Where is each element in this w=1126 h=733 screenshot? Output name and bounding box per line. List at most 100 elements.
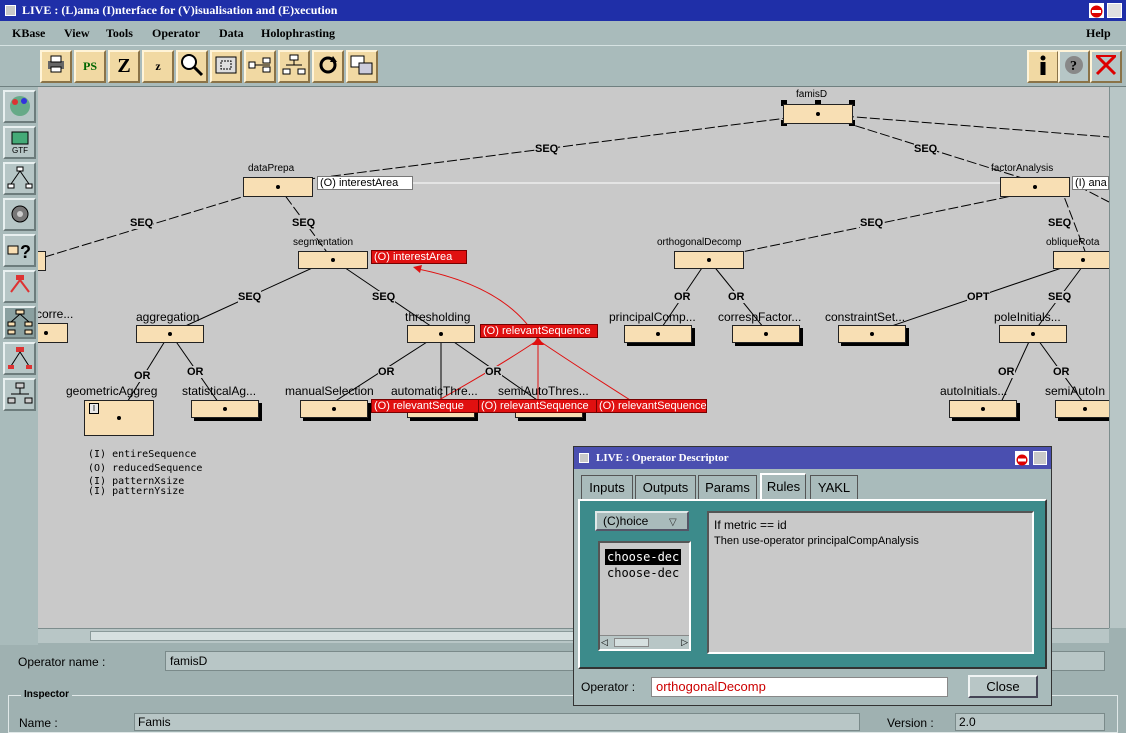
help-pointer-icon[interactable]: ? <box>1058 50 1090 83</box>
dialog-menu-icon[interactable] <box>579 453 589 463</box>
menu-holophrasting[interactable]: Holophrasting <box>261 26 335 41</box>
operator-field[interactable]: orthogonalDecomp <box>651 677 948 697</box>
node-label: statisticalAg... <box>182 384 257 398</box>
tab-outputs[interactable]: Outputs <box>635 475 696 499</box>
tab-yakl[interactable]: YAKL <box>810 475 858 499</box>
node-poleInitials[interactable] <box>999 325 1067 343</box>
zoom-in-button[interactable]: Z <box>108 50 140 83</box>
node-famisD[interactable] <box>783 104 853 124</box>
scroll-thumb[interactable] <box>90 631 650 641</box>
node-semiAutoIn[interactable] <box>1055 400 1109 418</box>
node-principalComp[interactable] <box>624 325 692 343</box>
version-field[interactable]: 2.0 <box>955 713 1105 731</box>
node-label: thresholding <box>405 310 471 324</box>
output-port-label[interactable]: (O) relevantSequence <box>480 324 598 338</box>
node-manualSelection[interactable] <box>300 400 368 418</box>
node-label: semiAutoIn <box>1045 384 1106 398</box>
info-icon[interactable] <box>1027 50 1059 83</box>
fit-view-icon[interactable] <box>210 50 242 83</box>
postscript-export-button[interactable]: PS <box>74 50 106 83</box>
node-corre[interactable] <box>38 323 68 343</box>
window-menu-icon[interactable] <box>5 5 16 16</box>
tab-inputs[interactable]: Inputs <box>581 475 633 499</box>
vertical-scrollbar[interactable] <box>1109 87 1126 628</box>
output-port-label[interactable]: (O) interestArea <box>371 250 467 264</box>
node-obliqueRota[interactable] <box>1053 251 1109 269</box>
menu-kbase[interactable]: KBase <box>12 26 45 41</box>
menu-bar: KBase View Tools Operator Data Holophras… <box>0 21 1126 45</box>
node-factorAnalysis[interactable] <box>1000 177 1070 197</box>
menu-data[interactable]: Data <box>219 26 244 41</box>
execute-gear-icon[interactable] <box>3 198 36 231</box>
node-orthogonalDecomp[interactable] <box>674 251 744 269</box>
node-statisticalAg[interactable] <box>191 400 259 418</box>
legend-item: (O) reducedSequence <box>88 463 203 474</box>
node-thresholding[interactable] <box>407 325 475 343</box>
scroll-thumb[interactable] <box>614 638 649 647</box>
choice-value: (C)hoice <box>603 514 649 528</box>
dialog-close-icon[interactable] <box>1015 451 1029 466</box>
tree-layout-icon[interactable] <box>3 162 36 195</box>
query-node-icon[interactable]: ? <box>3 234 36 267</box>
output-port-label[interactable]: (O) interestArea <box>317 176 413 190</box>
rules-list-scrollbar[interactable]: ◁ ▷ <box>600 635 689 649</box>
node-label: autoInitials... <box>940 384 1008 398</box>
node-dataPrepa[interactable] <box>243 177 313 197</box>
name-field[interactable]: Famis <box>134 713 860 731</box>
tab-rules[interactable]: Rules <box>760 473 806 499</box>
output-port-label[interactable]: (O) relevantSequence <box>596 399 707 413</box>
output-port-label[interactable]: (O) relevantSequence <box>478 399 604 413</box>
operator-label: Operator : <box>581 680 636 694</box>
chevron-down-icon: ▽ <box>669 517 677 528</box>
edge-label-seq: SEQ <box>130 217 154 229</box>
edge-label-or: OR <box>187 366 204 378</box>
collapse-tree-icon[interactable] <box>3 378 36 411</box>
red-tree-icon[interactable] <box>3 270 36 303</box>
tab-params[interactable]: Params <box>698 475 757 499</box>
vertical-tree-icon[interactable] <box>278 50 310 83</box>
red-subtree-icon[interactable] <box>3 342 36 375</box>
gtf-icon[interactable]: GTF <box>3 126 36 159</box>
menu-view[interactable]: View <box>64 26 90 41</box>
list-item[interactable]: choose-dec <box>605 549 682 565</box>
svg-text:?: ? <box>1070 59 1077 74</box>
maximize-window-icon[interactable] <box>1107 3 1122 18</box>
print-icon[interactable] <box>40 50 72 83</box>
window-titlebar: LIVE : (L)ama (I)nterface for (V)isualis… <box>0 0 1126 21</box>
list-item[interactable]: choose-dec <box>605 565 681 581</box>
node-aggregation[interactable] <box>136 325 204 343</box>
rule-text-area[interactable]: If metric == id Then use-operator princi… <box>707 511 1034 654</box>
palette-colors-icon[interactable] <box>3 90 36 123</box>
magnifier-icon[interactable] <box>176 50 208 83</box>
scroll-right-icon[interactable]: ▷ <box>681 637 688 648</box>
node-autoInitials[interactable] <box>949 400 1017 418</box>
copy-windows-icon[interactable] <box>346 50 378 83</box>
full-tree-icon[interactable] <box>3 306 36 339</box>
refresh-icon[interactable] <box>312 50 344 83</box>
window-title: LIVE : (L)ama (I)nterface for (V)isualis… <box>22 3 338 17</box>
edge-label-or: OR <box>485 366 502 378</box>
edge-label-seq: SEQ <box>860 217 884 229</box>
close-button[interactable]: Close <box>968 675 1038 698</box>
exit-icon[interactable] <box>1090 50 1122 83</box>
edge-label-or: OR <box>134 370 151 382</box>
scroll-left-icon[interactable]: ◁ <box>601 637 608 648</box>
node-segmentation[interactable] <box>298 251 368 269</box>
menu-help[interactable]: Help <box>1086 26 1111 41</box>
dialog-maximize-icon[interactable] <box>1033 451 1047 465</box>
zoom-out-button[interactable]: z <box>142 50 174 83</box>
input-port-label[interactable]: (I) ana <box>1072 176 1109 190</box>
close-window-icon[interactable] <box>1089 3 1104 18</box>
node-constraintSet[interactable] <box>838 325 906 343</box>
rules-list[interactable]: choose-dec choose-dec ◁ ▷ <box>598 541 691 651</box>
node-geometricAggreg[interactable]: I <box>84 400 154 436</box>
output-port-label[interactable]: (O) relevantSeque <box>371 399 483 413</box>
choice-dropdown[interactable]: (C)hoice ▽ <box>595 511 689 531</box>
horizontal-tree-icon[interactable] <box>244 50 276 83</box>
menu-operator[interactable]: Operator <box>152 26 200 41</box>
node-correspFactor[interactable] <box>732 325 800 343</box>
node-label: correspFactor... <box>718 310 802 324</box>
node-partial[interactable] <box>38 251 46 271</box>
menu-tools[interactable]: Tools <box>106 26 133 41</box>
edge-label-or: OR <box>728 291 745 303</box>
